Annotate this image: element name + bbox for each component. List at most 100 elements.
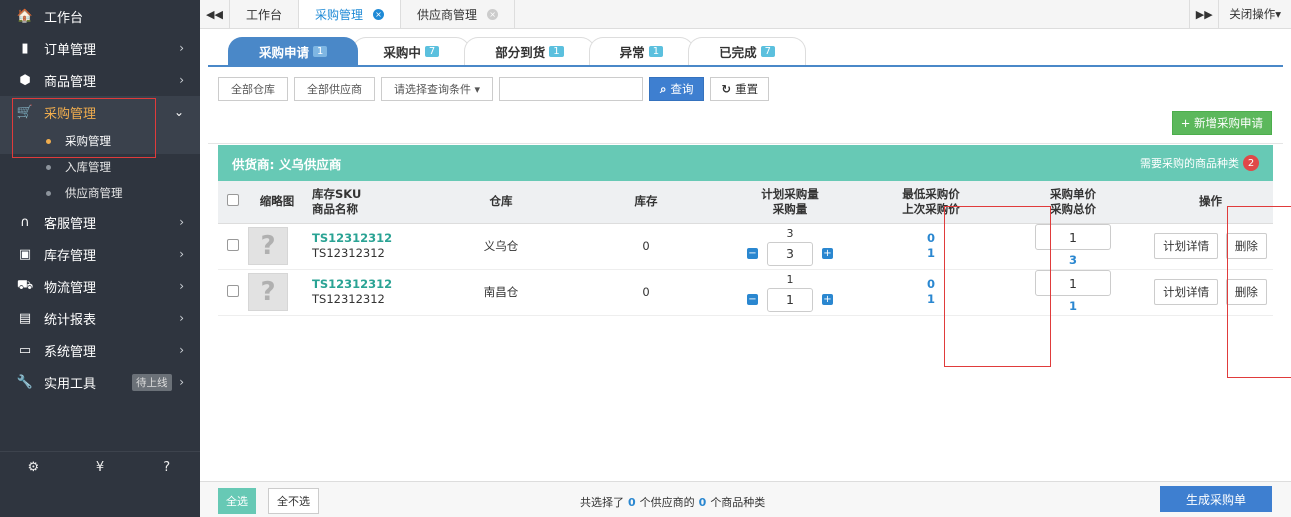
warehouse-cell: 南昌仓: [426, 269, 576, 316]
sku-cell: TS12312312 TS12312312: [306, 223, 426, 270]
table-header-row: 缩略图 库存SKU 商品名称 仓库 库存 计划采购量 采购量 最低采购价 上次采…: [218, 181, 1273, 224]
sidebar-item-3[interactable]: 🛒 采购管理 ⌄: [0, 96, 200, 128]
header-stock: 库存: [576, 181, 716, 224]
sidebar-item-label: 统计报表: [44, 312, 97, 328]
sidebar-item-1[interactable]: ▮ 订单管理 ›: [0, 32, 200, 64]
sku-link[interactable]: TS12312312: [312, 231, 426, 246]
select-none-button[interactable]: 全不选: [268, 488, 319, 514]
warehouse-select[interactable]: 全部仓库: [218, 77, 288, 101]
price-cell: 0 1: [864, 223, 998, 270]
header-unit-total: 采购单价 采购总价: [998, 181, 1148, 224]
top-tab-0[interactable]: 工作台: [230, 0, 300, 28]
sidebar-item-label: 物流管理: [44, 280, 97, 296]
chevron-right-icon: ›: [179, 343, 184, 357]
delete-button[interactable]: 删除: [1225, 279, 1267, 305]
generate-order-button[interactable]: 生成采购单: [1159, 486, 1272, 512]
tabs-back-icon[interactable]: ◀◀: [200, 0, 230, 28]
close-icon[interactable]: ×: [487, 8, 499, 20]
unit-price-input[interactable]: 1: [1035, 270, 1111, 296]
supplier-count: 0: [628, 496, 636, 509]
status-tab-4[interactable]: 已完成 7: [688, 37, 806, 65]
sidebar-item2-3[interactable]: ▤ 统计报表 ›: [0, 302, 200, 334]
qty-input[interactable]: 1: [767, 287, 813, 312]
header-warehouse: 仓库: [426, 181, 576, 224]
add-purchase-request-button[interactable]: + 新增采购申请: [1171, 111, 1272, 135]
status-tab-3[interactable]: 异常 1: [588, 37, 695, 65]
home-icon: 🏠: [16, 8, 34, 24]
row-checkbox[interactable]: [227, 284, 239, 297]
header-price: 最低采购价 上次采购价: [864, 181, 998, 224]
min-price: 0: [926, 231, 935, 245]
minus-icon[interactable]: −: [747, 248, 758, 259]
top-tab-label: 工作台: [246, 7, 283, 22]
query-label: 查询: [670, 82, 694, 96]
help-icon[interactable]: ?: [157, 460, 177, 475]
sidebar-subitem-2[interactable]: 供应商管理: [0, 180, 200, 206]
sidebar-item2-4[interactable]: ▭ 系统管理 ›: [0, 334, 200, 366]
close-icon[interactable]: ×: [373, 8, 385, 20]
tabs-forward-icon[interactable]: ▶▶: [1189, 0, 1220, 28]
clipboard-icon: ▮: [21, 40, 29, 56]
header-purchase-qty: 采购量: [772, 201, 808, 216]
close-operations-dropdown[interactable]: 关闭操作▾: [1219, 0, 1291, 28]
query-button[interactable]: ⌕ 查询: [649, 77, 705, 101]
header-sku: 库存SKU: [312, 186, 362, 201]
sidebar-item2-2[interactable]: ⛟ 物流管理 ›: [0, 270, 200, 302]
plan-detail-button[interactable]: 计划详情: [1154, 279, 1219, 305]
status-tab-label: 已完成: [719, 45, 757, 60]
status-tab-0[interactable]: 采购申请 1: [228, 37, 359, 65]
delete-button[interactable]: 删除: [1225, 233, 1267, 259]
select-all-button[interactable]: 全选: [218, 488, 256, 514]
sku-cell: TS12312312 TS12312312: [306, 269, 426, 316]
sidebar-item-label: 工作台: [44, 10, 84, 26]
plan-detail-button[interactable]: 计划详情: [1154, 233, 1219, 259]
supplier-select[interactable]: 全部供应商: [294, 77, 375, 101]
purchase-table: 缩略图 库存SKU 商品名称 仓库 库存 计划采购量 采购量 最低采购价 上次采…: [218, 181, 1273, 316]
warehouse-cell: 义乌仓: [426, 223, 576, 270]
gear-icon[interactable]: ⚙: [23, 460, 43, 475]
status-tabs: 采购申请 1 采购中 7 部分到货 1 异常 1 已完成 7: [228, 37, 806, 65]
status-tab-2[interactable]: 部分到货 1: [464, 37, 595, 65]
chevron-right-icon: ›: [179, 375, 184, 389]
box-icon: ⬢: [19, 72, 31, 88]
unit-price-input[interactable]: 1: [1035, 224, 1111, 250]
condition-select[interactable]: 请选择查询条件 ▾: [381, 77, 494, 101]
top-tab-2[interactable]: 供应商管理 ×: [401, 0, 516, 28]
sidebar-item2-5[interactable]: 🔧 实用工具 待上线 ›: [0, 366, 200, 398]
minus-icon[interactable]: −: [747, 294, 758, 305]
header-thumb: 缩略图: [248, 181, 306, 224]
search-input[interactable]: [499, 77, 644, 101]
row-checkbox[interactable]: [227, 238, 239, 251]
top-tab-1[interactable]: 采购管理 ×: [299, 0, 402, 28]
chevron-right-icon: ›: [179, 247, 184, 261]
thumb-cell: ?: [248, 269, 306, 316]
status-tab-1[interactable]: 采购中 7: [352, 37, 471, 65]
plus-icon[interactable]: +: [822, 248, 833, 259]
sidebar-item-2[interactable]: ⬢ 商品管理 ›: [0, 64, 200, 96]
last-price: 1: [926, 246, 935, 260]
sidebar-item-0[interactable]: 🏠 工作台: [0, 0, 200, 32]
status-tab-count: 7: [424, 46, 440, 57]
need-kinds-label: 需要采购的商品种类: [1140, 157, 1239, 170]
reset-button[interactable]: ↻ 重置: [710, 77, 770, 101]
plus-icon[interactable]: +: [822, 294, 833, 305]
sidebar-subitem-label: 采购管理: [65, 134, 111, 148]
sidebar-item-label: 商品管理: [44, 74, 97, 90]
sidebar-item2-1[interactable]: ▣ 库存管理 ›: [0, 238, 200, 270]
select-all-checkbox[interactable]: [227, 193, 239, 206]
sidebar-item2-0[interactable]: ∩ 客服管理 ›: [0, 206, 200, 238]
header-plan-qty: 计划采购量: [761, 186, 819, 201]
sidebar-subitem-label: 供应商管理: [65, 186, 123, 200]
kind-count: 0: [698, 496, 707, 509]
qty-input[interactable]: 3: [767, 241, 813, 266]
truck-icon: ⛟: [16, 277, 34, 293]
sku-link[interactable]: TS12312312: [312, 277, 426, 292]
sidebar-subitem-1[interactable]: 入库管理: [0, 154, 200, 180]
header-qty: 计划采购量 采购量: [716, 181, 864, 224]
yen-icon[interactable]: ¥: [90, 460, 110, 475]
min-price: 0: [926, 277, 935, 291]
bullet-icon: [46, 164, 51, 170]
sidebar-item-label: 系统管理: [44, 344, 97, 360]
sidebar-subitem-0[interactable]: 采购管理: [0, 128, 200, 154]
selection-summary: 共选择了 0 个供应商的 0 个商品种类: [580, 494, 765, 510]
